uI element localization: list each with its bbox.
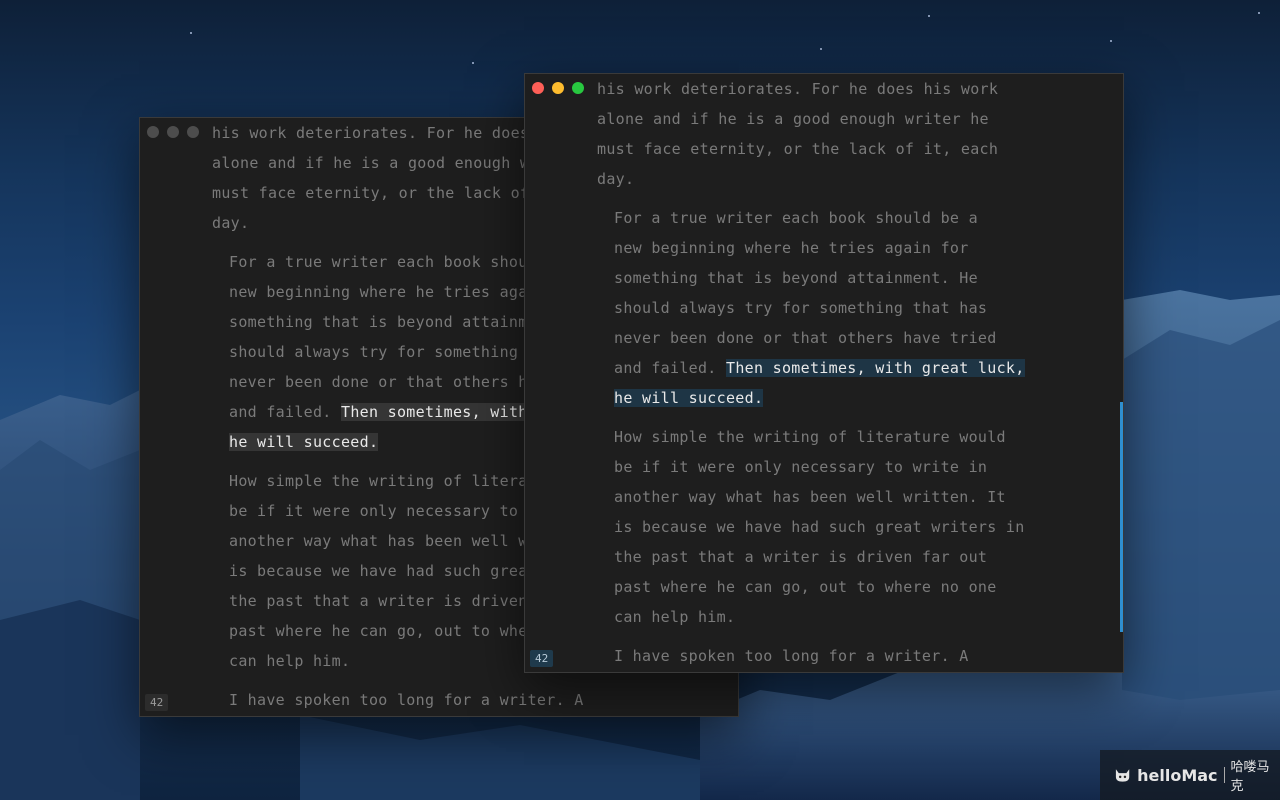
word-count-badge: 42	[145, 694, 169, 711]
close-button[interactable]	[532, 82, 544, 94]
star	[820, 48, 822, 50]
paragraph: I have spoken too long for a writer. A	[229, 691, 584, 709]
minimize-button[interactable]	[552, 82, 564, 94]
star	[1110, 40, 1112, 42]
scrollbar[interactable]	[1120, 402, 1123, 632]
zoom-button[interactable]	[572, 82, 584, 94]
star	[1258, 12, 1260, 14]
star	[928, 15, 930, 17]
window-controls	[532, 82, 584, 94]
zoom-button[interactable]	[187, 126, 199, 138]
minimize-button[interactable]	[167, 126, 179, 138]
close-button[interactable]	[147, 126, 159, 138]
watermark-logo-text: helloMac	[1137, 765, 1218, 785]
cat-logo-icon	[1115, 769, 1130, 782]
editor-text[interactable]: his work deteriorates. For he does his w…	[597, 74, 1057, 672]
window-controls	[147, 126, 199, 138]
paragraph: For a true writer each book should be a …	[597, 203, 1057, 413]
word-count-badge: 42	[530, 650, 554, 667]
watermark-chinese-text: 哈喽马克	[1230, 760, 1270, 794]
paragraph: I have spoken too long for a writer. A	[614, 647, 969, 665]
star	[190, 32, 192, 34]
paragraph: How simple the writing of literature wou…	[614, 428, 1025, 626]
paragraph: his work deteriorates. For he does his w…	[597, 80, 999, 188]
watermark: helloMac 哈喽马克	[1100, 750, 1280, 800]
watermark-divider	[1223, 767, 1225, 783]
editor-window-focused[interactable]: his work deteriorates. For he does his w…	[524, 73, 1124, 673]
star	[472, 62, 474, 64]
paragraph-text: For a true writer each book should be a …	[614, 209, 997, 377]
